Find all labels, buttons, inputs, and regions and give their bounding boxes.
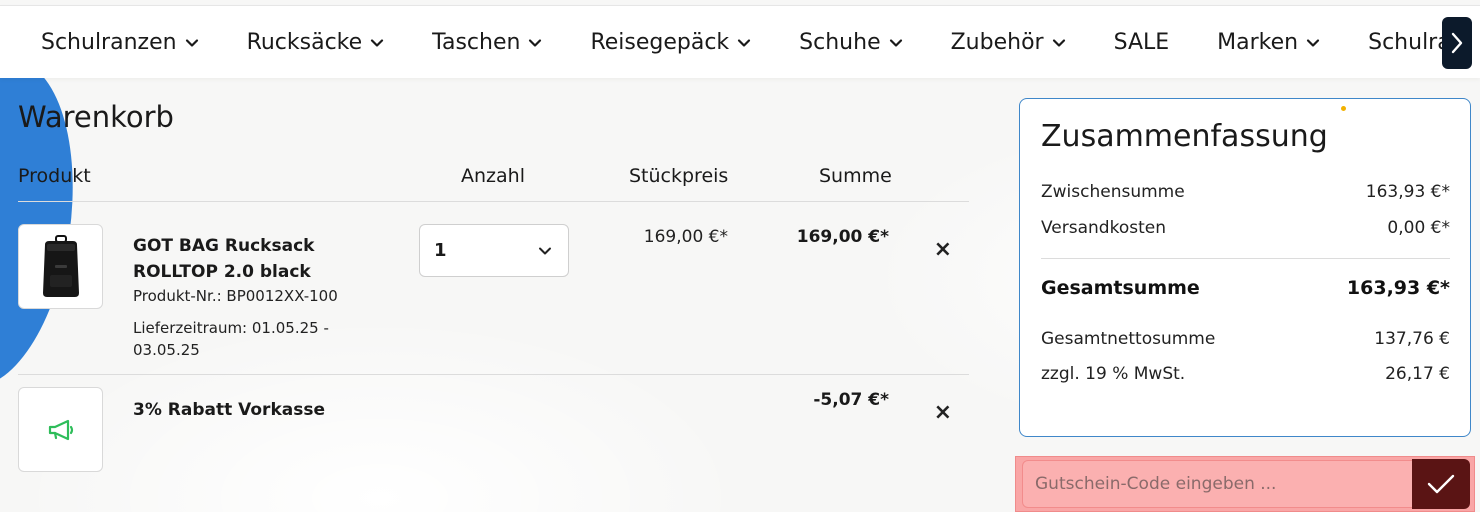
nav-item-label: Zubehör xyxy=(950,30,1044,55)
nav-item-reisegepaeck[interactable]: Reisegepäck xyxy=(590,30,751,55)
nav-scroll-next-button[interactable] xyxy=(1442,17,1472,69)
product-number: Produkt-Nr.: BP0012XX-100 xyxy=(133,287,338,305)
promotion-name: 3% Rabatt Vorkasse xyxy=(133,400,325,420)
cart-line-item: GOT BAG Rucksack ROLLTOP 2.0 black Produ… xyxy=(18,202,969,375)
summary-shipping-row: Versandkosten 0,00 €* xyxy=(1041,218,1450,238)
subtotal-value: 163,93 €* xyxy=(1365,182,1450,202)
coupon-submit-button[interactable] xyxy=(1412,459,1470,509)
shipping-label: Versandkosten xyxy=(1041,218,1166,238)
chevron-down-icon xyxy=(1307,38,1320,47)
nav-item-label: Reisegepäck xyxy=(590,30,730,55)
vat-value: 26,17 € xyxy=(1385,364,1450,384)
nav-item-label: Marken xyxy=(1217,30,1299,55)
backpack-image xyxy=(42,234,79,297)
summary-subtotal-row: Zwischensumme 163,93 €* xyxy=(1041,182,1450,202)
checkmark-icon xyxy=(1427,474,1455,494)
nav-item-label: Taschen xyxy=(432,30,521,55)
nav-item-label: Schulra xyxy=(1368,30,1451,55)
chevron-down-icon xyxy=(1052,38,1065,47)
total-label: Gesamtsumme xyxy=(1041,277,1200,299)
nav-item-label: Rucksäcke xyxy=(246,30,363,55)
nav-item-label: Schulranzen xyxy=(41,30,177,55)
chevron-down-icon xyxy=(529,38,542,47)
promotion-thumbnail xyxy=(18,387,103,472)
decorative-dot xyxy=(1341,106,1346,111)
quantity-select[interactable]: 1 xyxy=(419,224,569,277)
megaphone-icon xyxy=(48,419,73,440)
chevron-down-icon xyxy=(889,38,902,47)
coupon-code-input[interactable] xyxy=(1022,460,1414,508)
line-sum: -5,07 €* xyxy=(813,390,889,410)
chevron-down-icon xyxy=(185,38,198,47)
product-name[interactable]: GOT BAG Rucksack ROLLTOP 2.0 black xyxy=(133,233,353,285)
product-thumbnail[interactable] xyxy=(18,224,103,309)
quantity-value: 1 xyxy=(434,240,447,261)
chevron-down-icon xyxy=(539,247,551,254)
subtotal-label: Zwischensumme xyxy=(1041,182,1185,202)
summary-divider xyxy=(1041,258,1450,259)
header-product: Produkt xyxy=(18,165,91,187)
page-title: Warenkorb xyxy=(18,100,174,134)
nav-item-sale[interactable]: SALE xyxy=(1114,30,1170,55)
nav-item-schulranzen[interactable]: Schulranzen xyxy=(41,30,199,55)
chevron-down-icon xyxy=(371,38,384,47)
net-value: 137,76 € xyxy=(1374,329,1450,349)
summary-vat-row: zzgl. 19 % MwSt. 26,17 € xyxy=(1041,364,1450,384)
chevron-down-icon xyxy=(738,38,751,47)
total-value: 163,93 €* xyxy=(1346,277,1450,299)
remove-item-button[interactable]: × xyxy=(934,400,952,425)
summary-title: Zusammenfassung xyxy=(1041,119,1328,154)
summary-total-row: Gesamtsumme 163,93 €* xyxy=(1041,277,1450,299)
nav-item-marken[interactable]: Marken xyxy=(1217,30,1320,55)
line-sum: 169,00 €* xyxy=(796,227,889,247)
header-quantity: Anzahl xyxy=(461,165,525,187)
chevron-right-icon xyxy=(1451,32,1463,54)
summary-net-row: Gesamtnettosumme 137,76 € xyxy=(1041,329,1450,349)
order-summary: Zusammenfassung Zwischensumme 163,93 €* … xyxy=(1019,98,1471,437)
shipping-value: 0,00 €* xyxy=(1387,218,1450,238)
header-unit-price: Stückpreis xyxy=(629,165,729,187)
vat-label: zzgl. 19 % MwSt. xyxy=(1041,364,1186,384)
header-sum: Summe xyxy=(819,165,892,187)
nav-item-label: SALE xyxy=(1113,30,1170,55)
net-label: Gesamtnettosumme xyxy=(1041,329,1216,349)
cart-table-header: Produkt Anzahl Stückpreis Summe xyxy=(18,160,969,202)
coupon-form xyxy=(1015,456,1475,512)
cart-table: Produkt Anzahl Stückpreis Summe GOT BAG … xyxy=(18,160,969,485)
nav-item-zubehoer[interactable]: Zubehör xyxy=(951,30,1066,55)
main-navigation: Schulranzen Rucksäcke Taschen Reisegepäc… xyxy=(0,5,1480,78)
unit-price: 169,00 €* xyxy=(643,227,728,247)
nav-item-taschen[interactable]: Taschen xyxy=(432,30,542,55)
cart-line-item: 3% Rabatt Vorkasse -5,07 €* × xyxy=(18,375,969,485)
nav-item-label: Schuhe xyxy=(799,30,881,55)
nav-item-schuhe[interactable]: Schuhe xyxy=(799,30,902,55)
nav-items: Schulranzen Rucksäcke Taschen Reisegepäc… xyxy=(41,6,1480,78)
nav-item-rucksaecke[interactable]: Rucksäcke xyxy=(247,30,385,55)
nav-item-schulranzen-2[interactable]: Schulra xyxy=(1368,30,1451,55)
remove-item-button[interactable]: × xyxy=(934,237,952,262)
delivery-period: Lieferzeitraum: 01.05.25 - 03.05.25 xyxy=(133,319,329,359)
